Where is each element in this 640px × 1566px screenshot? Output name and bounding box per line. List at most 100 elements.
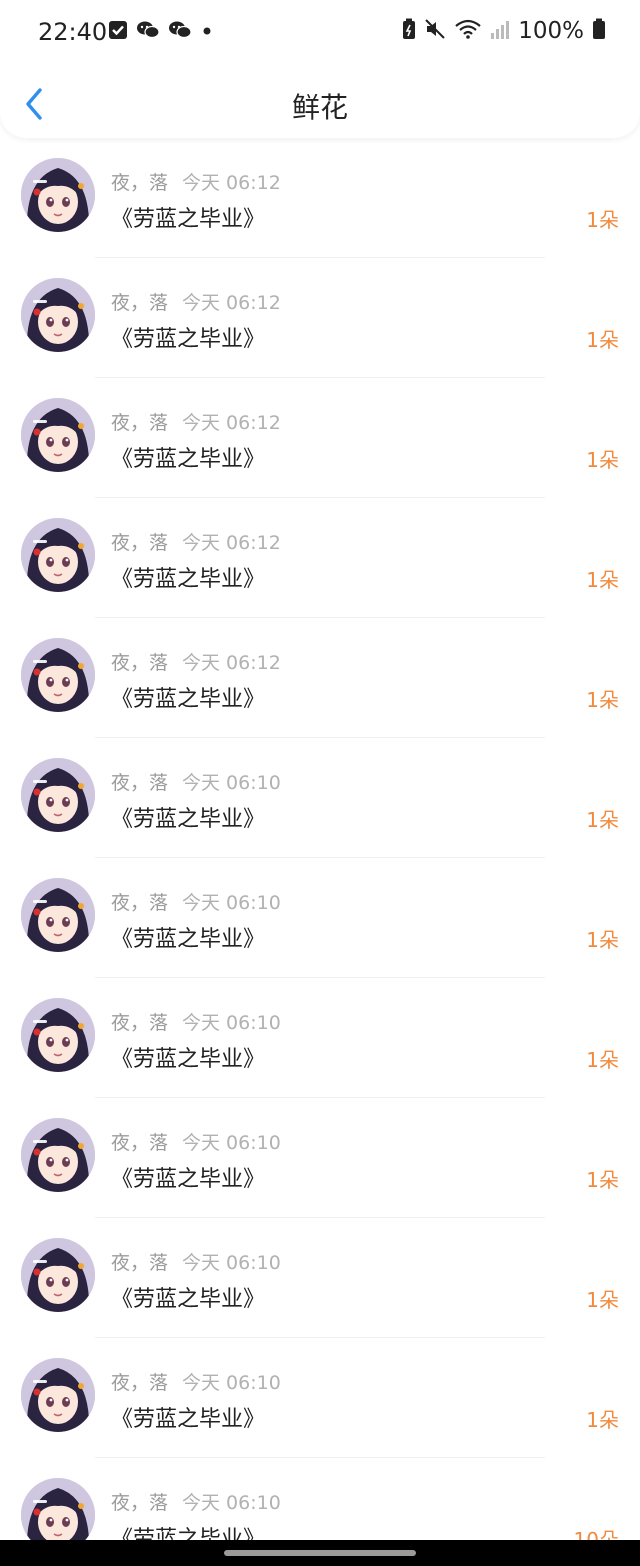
book-title: 《劳蓝之毕业》 (111, 327, 266, 352)
sender-name: 夜，落 (111, 1012, 169, 1034)
gift-time: 今天 06:12 (182, 412, 281, 434)
battery-saver-icon (402, 18, 416, 44)
book-title: 《劳蓝之毕业》 (111, 807, 266, 832)
gift-row[interactable]: 夜，落 今天 06:10 《劳蓝之毕业》 1朵 (0, 1218, 640, 1338)
avatar[interactable] (21, 1358, 95, 1432)
gift-row[interactable]: 夜，落 今天 06:12 《劳蓝之毕业》 1朵 (0, 498, 640, 618)
page-title: 鲜花 (291, 91, 348, 124)
gift-meta: 夜，落 今天 06:12 (111, 648, 281, 675)
book-title: 《劳蓝之毕业》 (111, 207, 266, 232)
gift-meta: 夜，落 今天 06:10 (111, 1008, 281, 1035)
sender-name: 夜，落 (111, 532, 169, 554)
notification-icons (108, 20, 214, 44)
battery-percent: 100% (518, 18, 584, 44)
book-title: 《劳蓝之毕业》 (111, 447, 266, 472)
gift-meta: 夜，落 今天 06:10 (111, 1248, 281, 1275)
book-title: 《劳蓝之毕业》 (111, 927, 266, 952)
gift-meta: 夜，落 今天 06:10 (111, 1128, 281, 1155)
gift-time: 今天 06:12 (182, 172, 281, 194)
sender-name: 夜，落 (111, 292, 169, 314)
flower-count: 1朵 (586, 568, 619, 592)
flower-count: 1朵 (586, 448, 619, 472)
sender-name: 夜，落 (111, 412, 169, 434)
book-title: 《劳蓝之毕业》 (111, 567, 266, 592)
avatar[interactable] (21, 1118, 95, 1192)
nav-bar: 鲜花 (0, 70, 640, 138)
flower-count: 1朵 (586, 1168, 619, 1192)
gift-row[interactable]: 夜，落 今天 06:10 《劳蓝之毕业》 1朵 (0, 738, 640, 858)
book-title: 《劳蓝之毕业》 (111, 1287, 266, 1312)
avatar[interactable] (21, 158, 95, 232)
flower-count: 1朵 (586, 688, 619, 712)
sender-name: 夜，落 (111, 1132, 169, 1154)
gift-time: 今天 06:10 (182, 1372, 281, 1394)
sender-name: 夜，落 (111, 1372, 169, 1394)
gift-row[interactable]: 夜，落 今天 06:12 《劳蓝之毕业》 1朵 (0, 618, 640, 738)
gift-meta: 夜，落 今天 06:12 (111, 408, 281, 435)
sender-name: 夜，落 (111, 1492, 169, 1514)
signal-icon (490, 18, 510, 44)
gift-time: 今天 06:12 (182, 292, 281, 314)
avatar[interactable] (21, 758, 95, 832)
gift-row[interactable]: 夜，落 今天 06:10 《劳蓝之毕业》 1朵 (0, 978, 640, 1098)
flower-count: 1朵 (586, 928, 619, 952)
flower-count: 1朵 (586, 1408, 619, 1432)
book-title: 《劳蓝之毕业》 (111, 1167, 266, 1192)
avatar[interactable] (21, 878, 95, 952)
gift-row[interactable]: 夜，落 今天 06:10 《劳蓝之毕业》 1朵 (0, 1338, 640, 1458)
sender-name: 夜，落 (111, 772, 169, 794)
sender-name: 夜，落 (111, 892, 169, 914)
sender-name: 夜，落 (111, 172, 169, 194)
flower-count: 1朵 (586, 208, 619, 232)
gift-meta: 夜，落 今天 06:12 (111, 288, 281, 315)
gift-meta: 夜，落 今天 06:12 (111, 528, 281, 555)
gift-meta: 夜，落 今天 06:10 (111, 888, 281, 915)
gift-meta: 夜，落 今天 06:10 (111, 768, 281, 795)
flower-count: 1朵 (586, 808, 619, 832)
gift-list: 夜，落 今天 06:12 《劳蓝之毕业》 1朵 夜，落 今天 06:12 《劳蓝之毕… (0, 138, 640, 1566)
checkbox-notification-icon (108, 20, 128, 44)
battery-icon (592, 18, 606, 44)
gift-meta: 夜，落 今天 06:10 (111, 1368, 281, 1395)
avatar[interactable] (21, 278, 95, 352)
gift-time: 今天 06:10 (182, 772, 281, 794)
book-title: 《劳蓝之毕业》 (111, 1407, 266, 1432)
gift-row[interactable]: 夜，落 今天 06:12 《劳蓝之毕业》 1朵 (0, 378, 640, 498)
gift-time: 今天 06:10 (182, 1492, 281, 1514)
header: 22:40 100% 鲜花 (0, 0, 640, 138)
avatar[interactable] (21, 1238, 95, 1312)
flower-count: 1朵 (586, 328, 619, 352)
mute-icon (424, 18, 446, 44)
status-bar: 22:40 100% (0, 0, 640, 68)
gift-row[interactable]: 夜，落 今天 06:10 《劳蓝之毕业》 1朵 (0, 858, 640, 978)
avatar[interactable] (21, 398, 95, 472)
book-title: 《劳蓝之毕业》 (111, 687, 266, 712)
gift-row[interactable]: 夜，落 今天 06:12 《劳蓝之毕业》 1朵 (0, 138, 640, 258)
gift-time: 今天 06:10 (182, 892, 281, 914)
gift-row[interactable]: 夜，落 今天 06:12 《劳蓝之毕业》 1朵 (0, 258, 640, 378)
status-icons: 100% (402, 18, 606, 44)
avatar[interactable] (21, 998, 95, 1072)
gift-time: 今天 06:10 (182, 1252, 281, 1274)
gift-meta: 夜，落 今天 06:10 (111, 1488, 281, 1515)
wechat-icon (168, 20, 192, 44)
gift-meta: 夜，落 今天 06:12 (111, 168, 281, 195)
gesture-navigation-bar (0, 1540, 640, 1566)
home-indicator[interactable] (224, 1550, 416, 1556)
status-time: 22:40 (38, 18, 108, 46)
gift-time: 今天 06:10 (182, 1012, 281, 1034)
book-title: 《劳蓝之毕业》 (111, 1047, 266, 1072)
gift-time: 今天 06:12 (182, 532, 281, 554)
gift-row[interactable]: 夜，落 今天 06:10 《劳蓝之毕业》 1朵 (0, 1098, 640, 1218)
wechat-icon (136, 20, 160, 44)
dot-icon (200, 23, 214, 42)
sender-name: 夜，落 (111, 652, 169, 674)
flower-count: 1朵 (586, 1288, 619, 1312)
phone-screen: 22:40 100% 鲜花 夜，落 今天 06:12 《劳蓝之毕业》 1朵 夜，… (0, 0, 640, 1566)
avatar[interactable] (21, 638, 95, 712)
avatar[interactable] (21, 518, 95, 592)
gift-time: 今天 06:10 (182, 1132, 281, 1154)
gift-time: 今天 06:12 (182, 652, 281, 674)
flower-count: 1朵 (586, 1048, 619, 1072)
wifi-icon (454, 18, 482, 44)
